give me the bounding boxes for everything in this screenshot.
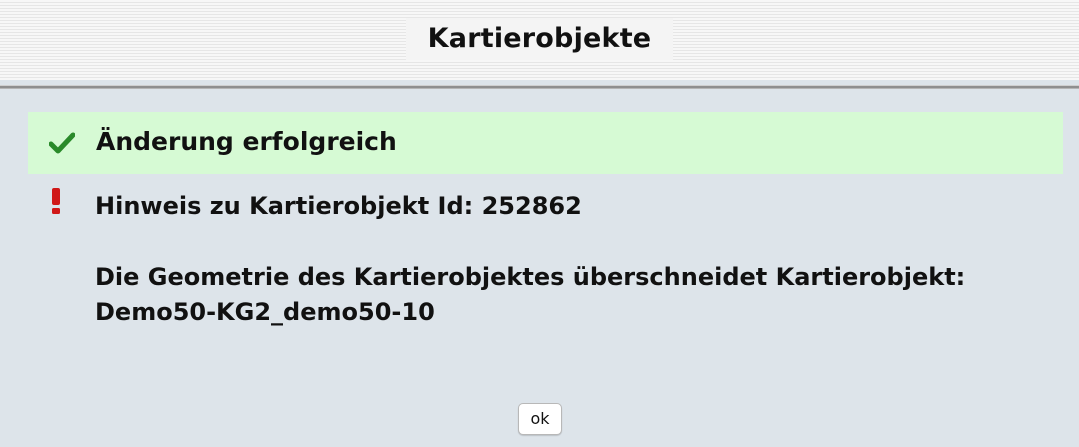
notice-body: Die Geometrie des Kartierobjektes übersc… xyxy=(95,260,1055,330)
notice-body-line-2: Demo50-KG2_demo50-10 xyxy=(95,298,435,326)
title-divider xyxy=(0,85,1079,89)
notice-heading: Hinweis zu Kartierobjekt Id: 252862 xyxy=(95,192,582,220)
success-message: Änderung erfolgreich xyxy=(28,112,1063,174)
dialog-titlebar: Kartierobjekte xyxy=(0,0,1079,80)
exclamation-icon xyxy=(52,188,60,214)
dialog-title: Kartierobjekte xyxy=(405,18,674,60)
check-icon xyxy=(49,132,75,154)
success-text: Änderung erfolgreich xyxy=(96,127,397,156)
ok-button[interactable]: ok xyxy=(518,403,562,435)
notice-body-line-1: Die Geometrie des Kartierobjektes übersc… xyxy=(95,263,966,291)
